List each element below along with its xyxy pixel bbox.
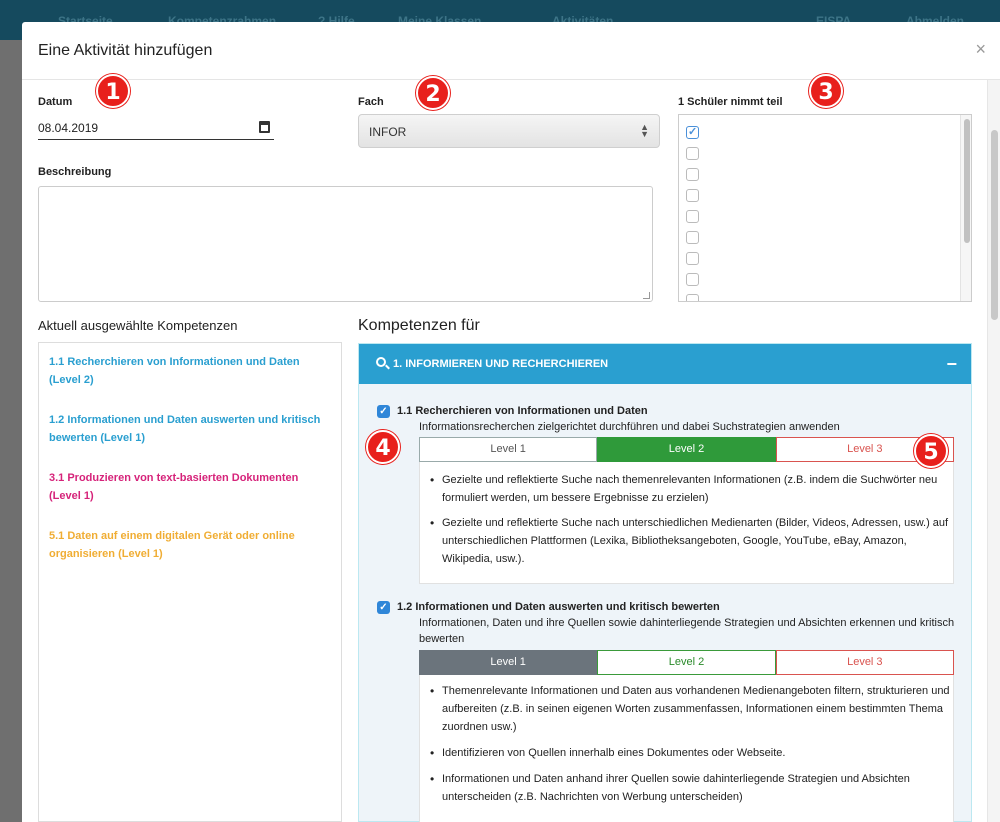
indicator-item: Themenrelevante Informationen und Daten … [430,682,952,736]
indicator-item: Identifizieren von Quellen innerhalb ein… [430,744,952,762]
student-checkbox[interactable] [686,231,699,244]
students-label: 1 Schüler nimmt teil [678,96,783,108]
competence-title: 1.1 Recherchieren von Informationen und … [397,405,648,417]
annotation-badge-1: 1 [96,74,130,108]
indicator-list: Themenrelevante Informationen und Daten … [419,675,954,822]
current-competences-list: 1.1 Recherchieren von Informationen und … [38,342,342,822]
student-checkbox[interactable] [686,189,699,202]
subject-select[interactable]: INFOR ▲ ▼ [358,114,660,148]
annotation-badge-3: 3 [809,74,843,108]
list-fade [875,293,959,301]
select-arrows-icon: ▲ ▼ [640,122,649,139]
search-icon [376,357,386,367]
modal-scrollbar[interactable] [987,80,1000,822]
level-3-button[interactable]: Level 3 [775,650,954,675]
competence-title: 1.2 Informationen und Daten auswerten un… [397,601,720,613]
level-1-button[interactable]: Level 1 [419,437,598,462]
modal-header: Eine Aktivität hinzufügen × [22,22,1000,80]
student-checkbox[interactable] [686,125,699,139]
student-checkbox[interactable] [686,252,699,265]
annotation-badge-2: 2 [416,76,450,110]
panel-header[interactable]: 1. INFORMIEREN UND RECHERCHIEREN − [359,344,971,384]
collapse-icon[interactable]: − [946,354,957,375]
indicator-item: Gezielte und reflektierte Suche nach the… [430,471,952,507]
student-checkbox[interactable] [686,273,699,286]
level-selector: Level 1 Level 2 Level 3 [419,437,954,462]
current-competences-title: Aktuell ausgewählte Kompetenzen [38,318,238,333]
date-field[interactable]: 08.04.2019 [38,120,274,140]
current-competence-item[interactable]: 5.1 Daten auf einem digitalen Gerät oder… [49,527,329,563]
panel-title: 1. INFORMIEREN UND RECHERCHIEREN [393,358,609,370]
student-list [678,114,972,302]
current-competence-item[interactable]: 1.2 Informationen und Daten auswerten un… [49,411,329,447]
modal-title: Eine Aktivität hinzufügen [38,42,213,59]
date-label: Datum [38,96,73,108]
modal-scroll-thumb[interactable] [991,130,998,320]
resize-handle-icon[interactable] [643,292,650,299]
student-checkbox[interactable] [686,294,699,301]
annotation-badge-4: 4 [366,430,400,464]
description-textarea[interactable] [38,186,653,302]
level-2-button[interactable]: Level 2 [597,437,776,462]
competence-description: Informationen, Daten und ihre Quellen so… [419,617,955,645]
indicator-item: Gezielte und reflektierte Suche nach unt… [430,514,952,568]
student-checkbox[interactable] [686,168,699,181]
subject-label: Fach [358,96,384,108]
competences-title: Kompetenzen für [358,317,480,334]
subject-value: INFOR [369,125,407,139]
current-competence-item[interactable]: 1.1 Recherchieren von Informationen und … [49,353,329,389]
student-list-scrollbar[interactable] [960,115,971,301]
competence-checkbox[interactable]: ✓ [377,601,390,614]
student-checkbox[interactable] [686,147,699,160]
annotation-badge-5: 5 [914,434,948,468]
add-activity-modal: Eine Aktivität hinzufügen × Datum 08.04.… [22,22,1000,822]
backdrop-left [0,40,22,822]
date-value: 08.04.2019 [38,121,99,135]
competence-description: Informationsrecherchen zielgerichtet dur… [419,421,840,433]
competence-panel: 1. INFORMIEREN UND RECHERCHIEREN − ✓ 1.1… [358,343,972,822]
level-2-button[interactable]: Level 2 [597,650,776,675]
calendar-icon[interactable] [259,121,270,133]
current-competence-item[interactable]: 3.1 Produzieren von text-basierten Dokum… [49,469,329,505]
level-1-button[interactable]: Level 1 [419,650,598,675]
level-selector: Level 1 Level 2 Level 3 [419,650,954,675]
close-icon[interactable]: × [975,40,986,58]
indicator-item: Informationen und Daten anhand ihrer Que… [430,770,952,806]
indicator-list: Gezielte und reflektierte Suche nach the… [419,462,954,584]
competence-checkbox[interactable]: ✓ [377,405,390,418]
student-list-scroll-thumb[interactable] [964,119,970,243]
description-label: Beschreibung [38,166,112,178]
student-checkbox[interactable] [686,210,699,223]
